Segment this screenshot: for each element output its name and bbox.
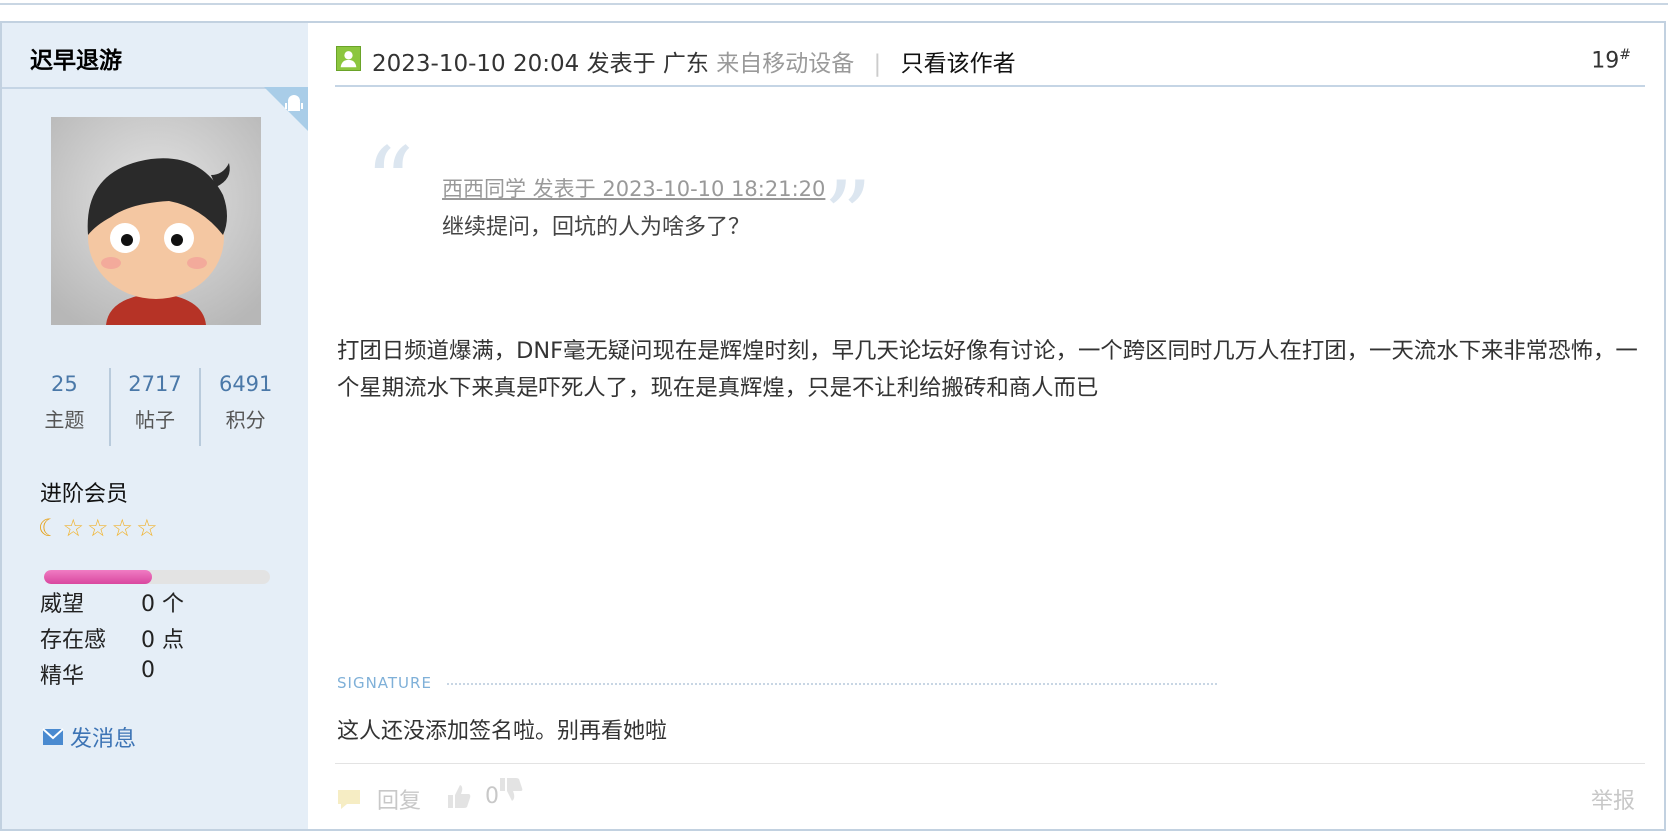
post-body: 打团日频道爆满，DNF毫无疑问现在是辉煌时刻，早几天论坛好像有讨论，一个跨区同时… <box>337 338 1638 401</box>
stat-label: 帖子 <box>135 408 175 432</box>
report-label: 举报 <box>1590 789 1635 814</box>
sidebar-divider <box>2 87 308 89</box>
reply-label: 回复 <box>377 789 422 814</box>
author-stats: 25 主题 2717 帖子 6491 积分 <box>20 368 290 446</box>
post-header: 2023-10-10 20:04 发表于 广东 来自移动设备 | 只看该作者 1… <box>335 43 1645 87</box>
send-message-label: 发消息 <box>70 727 137 752</box>
user-group[interactable]: 进阶会员 <box>40 476 128 508</box>
author-avatar[interactable] <box>51 117 261 325</box>
stat-value: 2717 <box>128 372 182 396</box>
stat-label: 主题 <box>44 408 85 432</box>
star-icon: ☆ <box>62 514 85 542</box>
top-divider <box>0 0 1668 5</box>
footer-divider <box>335 763 1645 764</box>
signature-divider <box>447 683 1217 685</box>
reply-button[interactable]: 回复 <box>335 783 421 815</box>
post-device: 来自移动设备 <box>716 51 855 77</box>
report-button[interactable]: 举报 <box>1591 783 1635 815</box>
signature-text: 这人还没添加签名啦。别再看她啦 <box>337 719 668 744</box>
author-name[interactable]: 迟早退游 <box>30 41 122 75</box>
post-footer: 回复 0 举报 <box>335 778 1645 819</box>
info-value: 0 <box>141 658 155 683</box>
stat-topics[interactable]: 25 主题 <box>20 368 109 446</box>
moon-icon: ☾ <box>38 514 60 542</box>
quote-text: 继续提问，回坑的人为啥多了？ <box>442 215 751 240</box>
quote-block: “ 西西同学 发表于 2023-10-10 18:21:20 继续提问，回坑的人… <box>365 135 925 265</box>
forum-post: 迟早退游 25 主题 2717 帖子 6491 积分 进阶会员 ☾ ☆ ☆ ☆ … <box>0 21 1666 831</box>
info-value: 0 点 <box>141 628 184 653</box>
thumbs-down-icon <box>500 778 523 801</box>
info-label: 精华 <box>40 664 85 689</box>
envelope-icon <box>42 728 64 745</box>
only-author-link[interactable]: 只看该作者 <box>901 51 1016 77</box>
post-datetime: 2023-10-10 20:04 <box>372 51 580 77</box>
floor-value: 19 <box>1591 48 1620 74</box>
info-presence: 存在感 0 点 <box>40 622 184 654</box>
post-location: 广东 <box>662 51 709 77</box>
quote-source-link[interactable]: 西西同学 发表于 2023-10-10 18:21:20 <box>442 173 825 203</box>
stat-points[interactable]: 6491 积分 <box>199 368 290 446</box>
signature-label: SIGNATURE <box>337 674 432 692</box>
quote-open-icon: “ <box>365 127 415 239</box>
post-main: 2023-10-10 20:04 发表于 广东 来自移动设备 | 只看该作者 1… <box>335 23 1645 829</box>
info-label: 存在感 <box>40 628 107 653</box>
star-icon: ☆ <box>87 514 109 542</box>
stat-value: 25 <box>50 372 78 396</box>
stat-value: 6491 <box>218 372 273 396</box>
info-label: 威望 <box>40 592 85 617</box>
android-corner-icon <box>264 87 308 131</box>
info-value: 0 个 <box>141 592 184 617</box>
quote-close-icon: ” <box>823 161 873 273</box>
level-stars: ☾ ☆ ☆ ☆ ☆ <box>38 514 158 542</box>
floor-number[interactable]: 19# <box>1591 47 1631 73</box>
author-sidebar: 迟早退游 25 主题 2717 帖子 6491 积分 进阶会员 ☾ ☆ ☆ ☆ … <box>2 23 308 829</box>
post-meta: 2023-10-10 20:04 发表于 广东 来自移动设备 | 只看该作者 <box>372 44 1016 78</box>
posted-in-label: 发表于 <box>586 51 656 77</box>
like-button[interactable]: 0 <box>445 783 499 809</box>
stat-label: 积分 <box>225 408 266 432</box>
stat-posts[interactable]: 2717 帖子 <box>108 368 200 446</box>
level-progress-bar <box>44 570 270 584</box>
send-message-link[interactable]: 发消息 <box>42 721 136 753</box>
thumbs-up-icon <box>448 785 471 808</box>
level-progress-fill <box>44 570 153 584</box>
header-separator: | <box>873 51 882 77</box>
info-prestige: 威望 0 个 <box>40 586 184 618</box>
reply-bubble-icon <box>338 790 360 809</box>
floor-mark: # <box>1619 47 1631 63</box>
info-digest: 精华 0 <box>40 658 155 690</box>
star-icon: ☆ <box>136 514 158 542</box>
dislike-button[interactable] <box>497 777 525 803</box>
star-icon: ☆ <box>111 514 134 542</box>
online-status-icon <box>336 46 361 71</box>
